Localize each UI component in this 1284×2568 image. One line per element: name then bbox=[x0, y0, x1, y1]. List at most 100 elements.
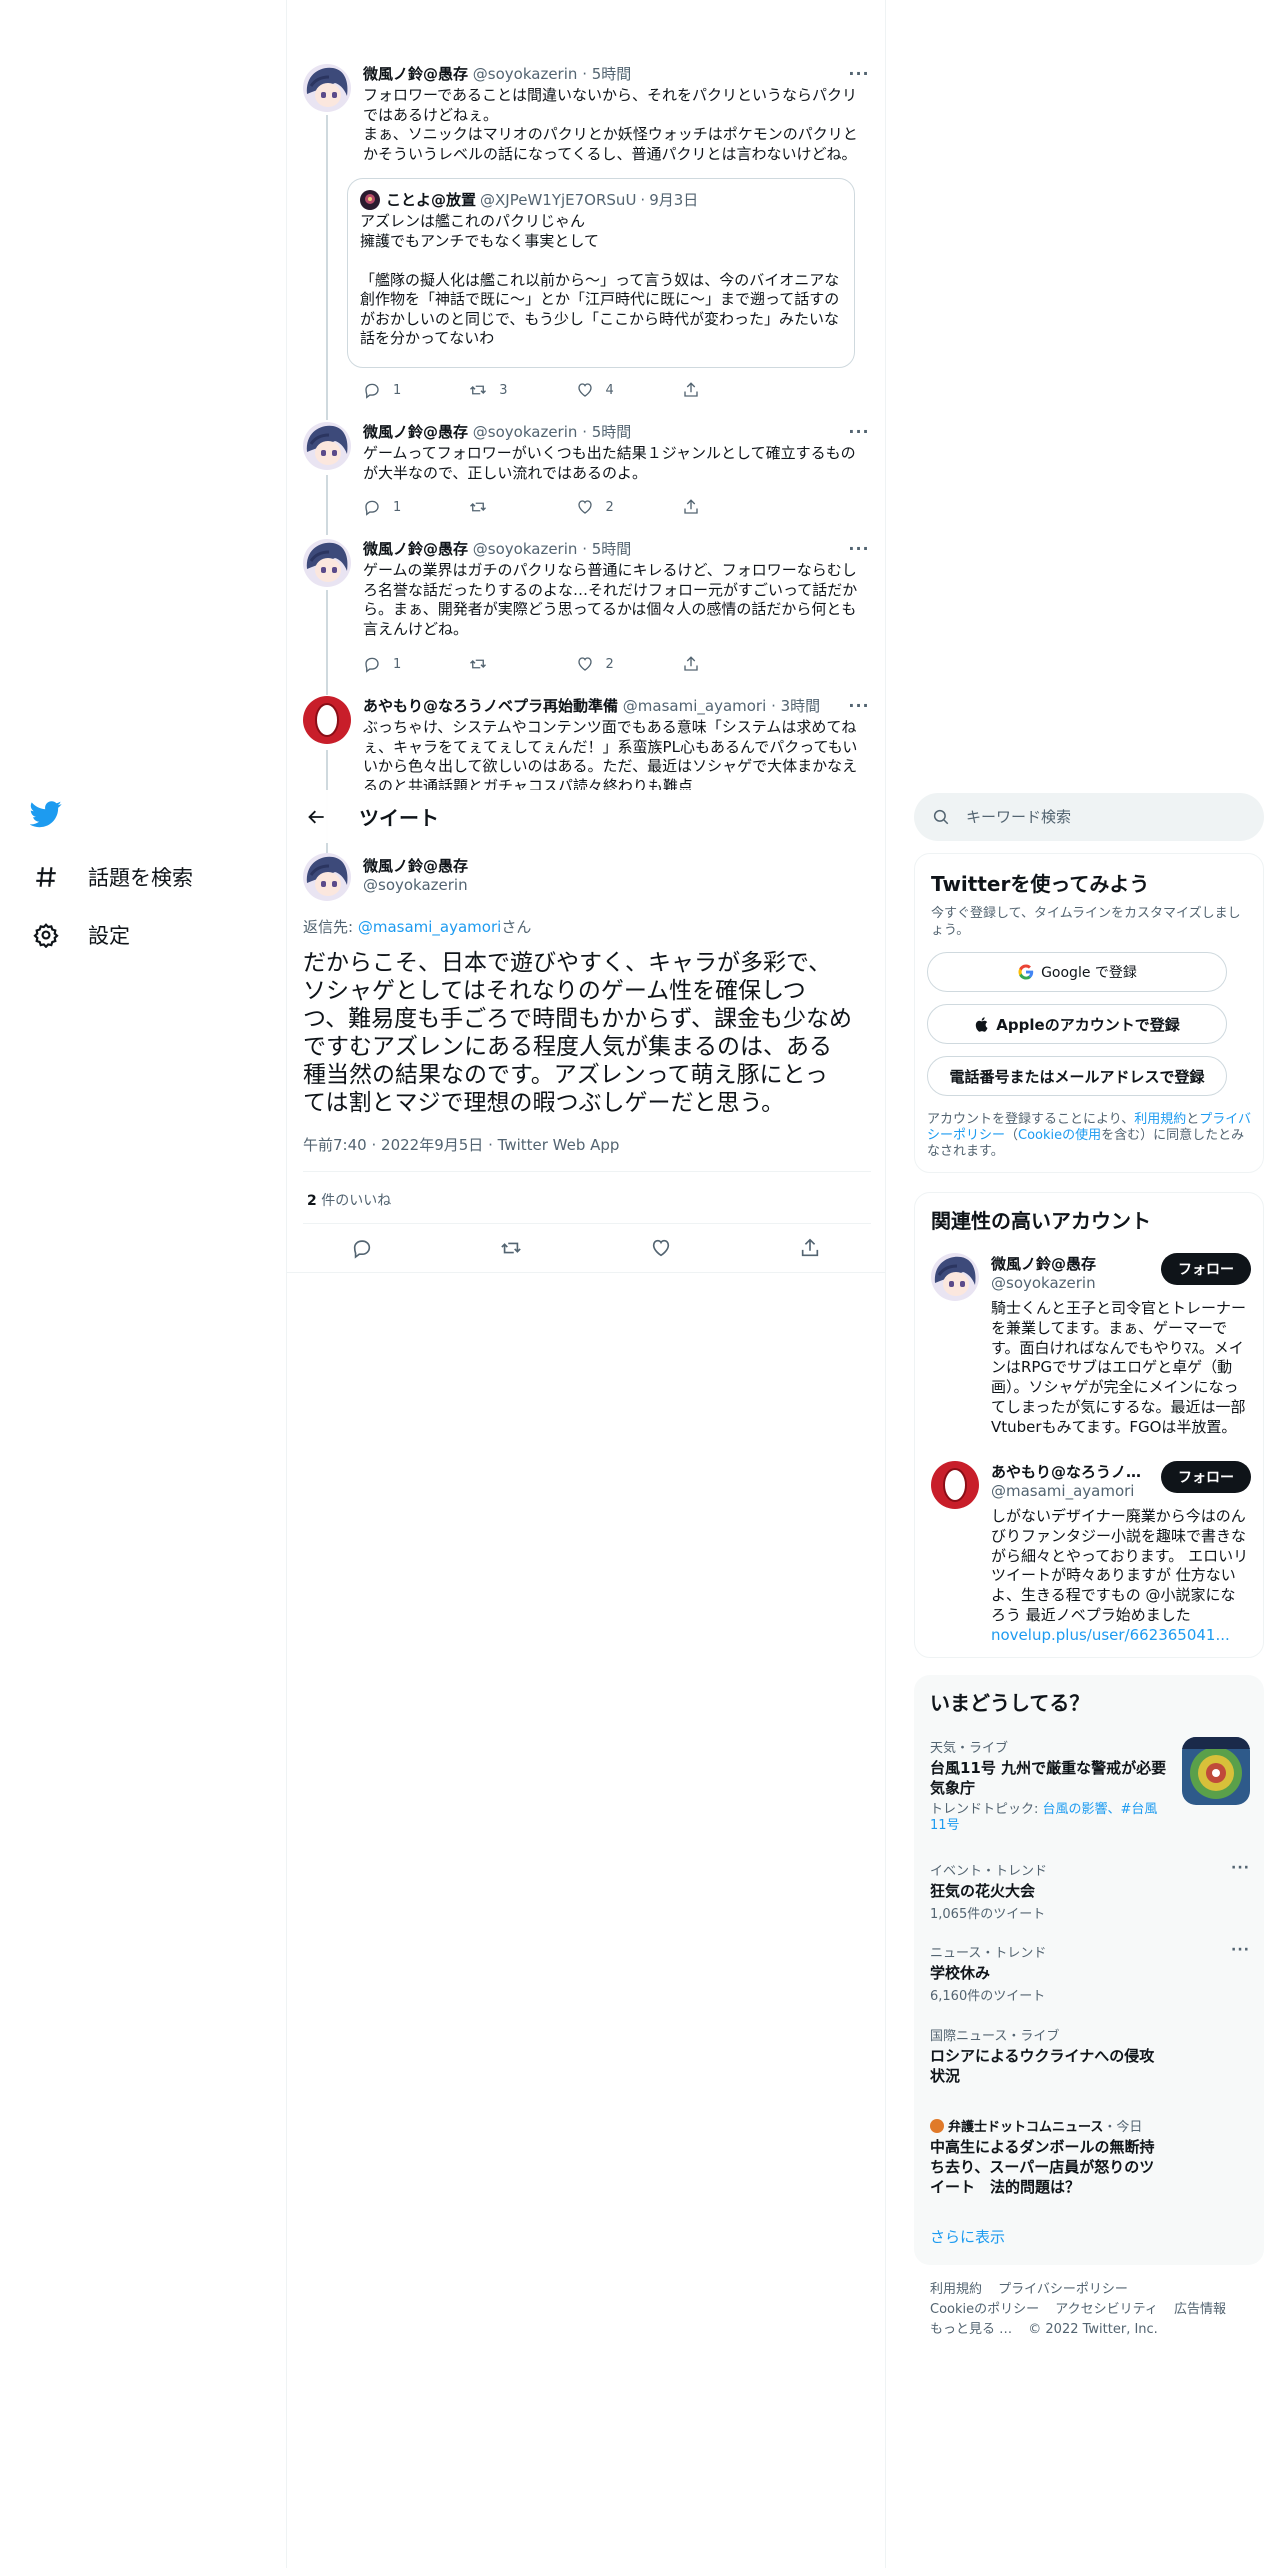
retweet-icon bbox=[501, 1242, 522, 1254]
show-more-link[interactable]: さらに表示 bbox=[930, 2226, 1005, 2247]
heart-icon bbox=[652, 1239, 669, 1257]
nav-settings[interactable]: 設定 bbox=[30, 919, 130, 951]
share-button[interactable] bbox=[682, 497, 788, 517]
reply-suffix: さん bbox=[501, 918, 532, 936]
terms-link[interactable]: 利用規約 bbox=[1134, 1112, 1186, 1127]
avatar[interactable] bbox=[303, 539, 351, 587]
like-count: 2 bbox=[605, 656, 614, 672]
quote-date: 9月3日 bbox=[649, 191, 699, 209]
like-button[interactable] bbox=[641, 1228, 681, 1268]
more-options-icon[interactable]: ··· bbox=[847, 539, 871, 559]
apple-signup-label: Appleのアカウントで登録 bbox=[996, 1015, 1180, 1034]
thread-tweet[interactable]: あやもり@なろうノベプラ再始動準備 @masami_ayamori · 3時間 … bbox=[303, 696, 871, 790]
phone-email-signup-button[interactable]: 電話番号またはメールアドレスで登録 bbox=[927, 1056, 1227, 1096]
follow-button[interactable]: フォロー bbox=[1161, 1461, 1251, 1493]
reply-button[interactable]: 1 bbox=[363, 380, 469, 400]
share-button[interactable] bbox=[682, 654, 788, 674]
tweet-source[interactable]: Twitter Web App bbox=[498, 1136, 620, 1154]
trend-item[interactable]: ニュース・トレンド 学校休み 6,160件のツイート ··· bbox=[930, 1942, 1250, 2004]
back-arrow-icon[interactable] bbox=[299, 799, 335, 835]
author-name[interactable]: 微風ノ鈴@愚存 bbox=[363, 540, 468, 558]
share-icon bbox=[684, 656, 698, 671]
author-handle[interactable]: @masami_ayamori bbox=[623, 697, 766, 715]
more-options-icon[interactable]: ··· bbox=[847, 64, 871, 84]
likes-summary[interactable]: 2 件のいいね bbox=[307, 1190, 391, 1210]
share-button[interactable] bbox=[682, 380, 788, 400]
trend-item[interactable]: 天気・ライブ 台風11号 九州で厳重な警戒が必要 気象庁 トレンドトピック: 台… bbox=[930, 1737, 1250, 1847]
author-handle[interactable]: @soyokazerin bbox=[473, 540, 578, 558]
author-name[interactable]: あやもり@なろうノベプラ再始動準備 bbox=[363, 697, 618, 715]
tweet-time[interactable]: 3時間 bbox=[781, 697, 821, 715]
heart-icon bbox=[577, 383, 592, 397]
more-options-icon[interactable]: ··· bbox=[847, 696, 871, 716]
like-button[interactable]: 2 bbox=[576, 497, 682, 517]
retweet-icon bbox=[470, 502, 487, 512]
apple-signup-button[interactable]: Appleのアカウントで登録 bbox=[927, 1004, 1227, 1044]
follow-button[interactable]: フォロー bbox=[1161, 1253, 1251, 1285]
author-handle[interactable]: @soyokazerin bbox=[473, 65, 578, 83]
avatar[interactable] bbox=[931, 1461, 979, 1509]
author-name[interactable]: 微風ノ鈴@愚存 bbox=[363, 855, 468, 876]
account-name[interactable]: あやもり@なろうノベプラ再始動準備 bbox=[991, 1461, 1151, 1482]
reply-button[interactable]: 1 bbox=[363, 497, 469, 517]
author-name[interactable]: 微風ノ鈴@愚存 bbox=[363, 65, 468, 83]
search-input[interactable] bbox=[966, 808, 1226, 826]
footer-ads-link[interactable]: 広告情報 bbox=[1174, 2302, 1226, 2317]
retweet-button[interactable]: 3 bbox=[469, 380, 575, 400]
avatar[interactable] bbox=[303, 64, 351, 112]
retweet-button[interactable] bbox=[469, 497, 575, 517]
account-handle[interactable]: @masami_ayamori bbox=[991, 1482, 1134, 1500]
tweet-time[interactable]: 5時間 bbox=[592, 540, 632, 558]
account-handle[interactable]: @soyokazerin bbox=[991, 1274, 1096, 1292]
retweet-button[interactable] bbox=[469, 654, 575, 674]
separator-dot: · bbox=[640, 190, 646, 209]
trend-item[interactable]: 国際ニュース・ライブ ロシアによるウクライナへの侵攻 状況 bbox=[930, 2025, 1250, 2085]
twitter-bird-icon[interactable] bbox=[29, 798, 70, 838]
reply-button[interactable] bbox=[342, 1228, 382, 1268]
footer-cookie-link[interactable]: Cookieのポリシー bbox=[930, 2302, 1039, 2317]
avatar[interactable] bbox=[303, 853, 351, 901]
reply-to-link[interactable]: @masami_ayamori bbox=[358, 918, 501, 936]
tweet-body: あやもり@なろうノベプラ再始動準備 @masami_ayamori · 3時間 … bbox=[363, 696, 871, 790]
share-icon bbox=[802, 1238, 819, 1257]
nav-explore[interactable]: 話題を検索 bbox=[30, 861, 193, 893]
more-options-icon[interactable]: ··· bbox=[1231, 1860, 1250, 1876]
tweet-body: 微風ノ鈴@愚存 @soyokazerin · 5時間 ··· ゲームってフォロワ… bbox=[363, 422, 871, 483]
google-signup-button[interactable]: Google で登録 bbox=[927, 952, 1227, 992]
retweet-button[interactable] bbox=[491, 1228, 531, 1268]
footer-more-link[interactable]: もっと見る … bbox=[930, 2322, 1012, 2337]
related-account[interactable]: 微風ノ鈴@愚存 @soyokazerin フォロー 騎士くんと王子と司令官とトレ… bbox=[931, 1253, 1251, 1453]
author-handle[interactable]: @soyokazerin bbox=[363, 876, 468, 894]
quoted-tweet[interactable]: ことよ@放置 @XJPeW1YjE7ORSuU · 9月3日 アズレンは艦これの… bbox=[347, 178, 855, 368]
share-button[interactable] bbox=[790, 1228, 830, 1268]
search-box[interactable] bbox=[914, 793, 1264, 841]
avatar[interactable] bbox=[303, 422, 351, 470]
author-name[interactable]: 微風ノ鈴@愚存 bbox=[363, 423, 468, 441]
related-title: 関連性の高いアカウント bbox=[931, 1209, 1151, 1233]
tweet-date[interactable]: 2022年9月5日 bbox=[381, 1136, 483, 1154]
avatar[interactable] bbox=[303, 696, 351, 744]
trend-item[interactable]: 弁護士ドットコムニュース ・今日 中高生によるダンボールの無断持 ち去り、スーパ… bbox=[930, 2116, 1250, 2196]
reply-button[interactable]: 1 bbox=[363, 654, 469, 674]
trend-item[interactable]: イベント・トレンド 狂気の花火大会 1,065件のツイート ··· bbox=[930, 1860, 1250, 1922]
like-button[interactable]: 4 bbox=[576, 380, 682, 400]
avatar[interactable] bbox=[931, 1253, 979, 1301]
author-handle[interactable]: @soyokazerin bbox=[473, 423, 578, 441]
like-button[interactable]: 2 bbox=[576, 654, 682, 674]
more-options-icon[interactable]: ··· bbox=[847, 422, 871, 442]
footer-terms-link[interactable]: 利用規約 bbox=[930, 2282, 982, 2297]
tweet-time[interactable]: 5時間 bbox=[592, 65, 632, 83]
footer-privacy-link[interactable]: プライバシーポリシー bbox=[998, 2282, 1128, 2297]
account-name[interactable]: 微風ノ鈴@愚存 bbox=[991, 1253, 1151, 1274]
reply-count: 1 bbox=[393, 382, 402, 398]
account-bio-link[interactable]: novelup.plus/user/662365041... bbox=[991, 1626, 1230, 1644]
tweet-timestamp[interactable]: 午前7:40 bbox=[303, 1136, 367, 1154]
footer-accessibility-link[interactable]: アクセシビリティ bbox=[1055, 2302, 1158, 2317]
tweet-time[interactable]: 5時間 bbox=[592, 423, 632, 441]
cookie-link[interactable]: Cookieの使用 bbox=[1018, 1128, 1101, 1143]
related-account[interactable]: あやもり@なろうノベプラ再始動準備 @masami_ayamori フォロー し… bbox=[931, 1461, 1251, 1651]
account-bio-text: しがないデザイナー廃業から今はのんびりファンタジー小説を趣味で書きながら細々とや… bbox=[991, 1507, 1249, 1624]
hashtag-icon bbox=[30, 861, 62, 893]
page-title: ツイート bbox=[359, 806, 439, 830]
more-options-icon[interactable]: ··· bbox=[1231, 1942, 1250, 1958]
